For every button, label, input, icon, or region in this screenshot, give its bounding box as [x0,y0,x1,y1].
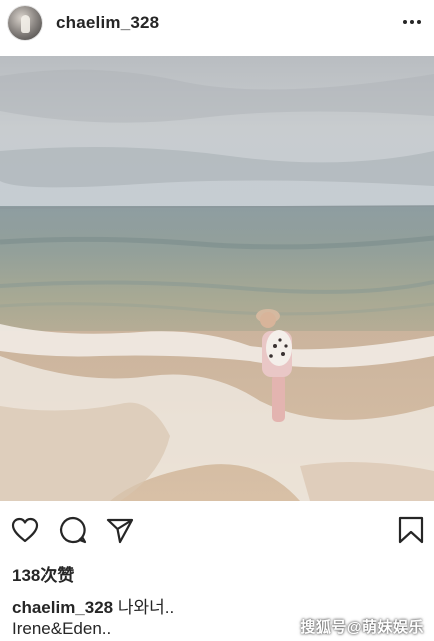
share-icon[interactable] [105,515,135,545]
caption-username[interactable]: chaelim_328 [12,598,113,617]
heart-icon[interactable] [10,515,40,545]
watermark: 搜狐号@萌妹娱乐 [300,619,424,636]
post-actions-bar [0,505,434,555]
post-header: chaelim_328 [0,0,434,50]
likes-count[interactable]: 138次赞 [12,561,74,586]
post-photo[interactable] [0,56,434,501]
caption-line-2: Irene&Eden.. [12,619,112,638]
beach-scene-image [0,56,434,501]
avatar[interactable] [8,6,42,40]
post-caption: chaelim_328 나와너.. [12,593,174,618]
comment-icon[interactable] [58,515,88,545]
more-options-icon[interactable] [400,10,424,34]
bookmark-icon[interactable] [396,515,426,545]
caption-text: 나와너.. [117,598,175,617]
post-username[interactable]: chaelim_328 [56,13,159,33]
